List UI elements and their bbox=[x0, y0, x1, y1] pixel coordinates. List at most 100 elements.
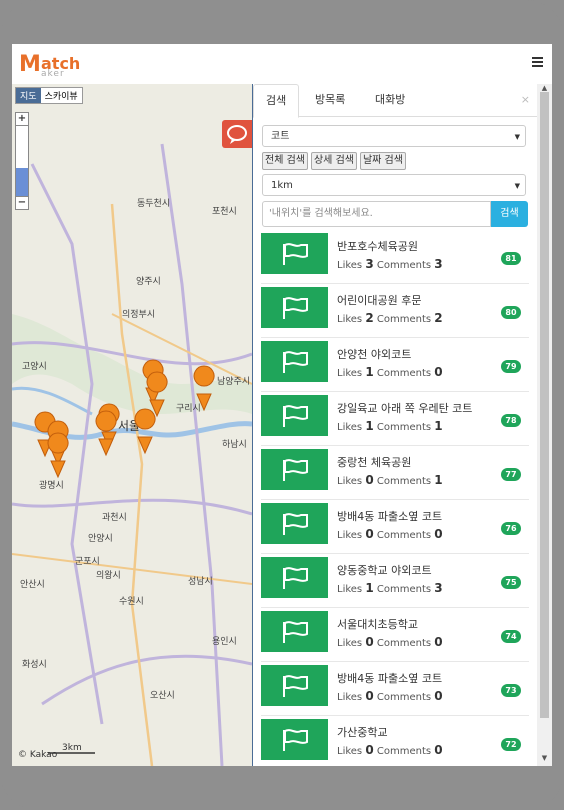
logo-aker: aker bbox=[41, 69, 65, 79]
likes-count: 1 bbox=[365, 365, 374, 379]
detail-search-button[interactable]: 상세 검색 bbox=[310, 152, 357, 170]
scroll-down-icon[interactable]: ▼ bbox=[537, 754, 552, 762]
comments-count: 3 bbox=[434, 257, 443, 271]
map-label: 구리시 bbox=[176, 403, 201, 414]
list-item[interactable]: 서울대치초등학교 Likes 0 Comments 0 74 bbox=[261, 608, 529, 662]
likes-count: 0 bbox=[365, 473, 374, 487]
scroll-up-icon[interactable]: ▲ bbox=[537, 84, 552, 92]
navbar: M atch aker bbox=[12, 44, 552, 85]
court-thumbnail[interactable] bbox=[261, 449, 328, 490]
court-name[interactable]: 서울대치초등학교 bbox=[337, 616, 418, 632]
tab-room-list[interactable]: 방목록 bbox=[303, 84, 357, 116]
list-item[interactable]: 양동중학교 야외코트 Likes 1 Comments 3 75 bbox=[261, 554, 529, 608]
court-thumbnail[interactable] bbox=[261, 287, 328, 328]
likes-label: Likes bbox=[337, 530, 363, 541]
comments-label: Comments bbox=[376, 260, 432, 271]
court-name[interactable]: 어린이대공원 후문 bbox=[337, 292, 421, 308]
court-list: 반포호수체육공원 Likes 3 Comments 3 81 어린이대공원 후문 Lik… bbox=[261, 230, 529, 766]
likes-label: Likes bbox=[337, 422, 363, 433]
map-label: 의정부시 bbox=[122, 309, 155, 320]
side-panel: 검색 방목록 대화방 × 코트 ▼ 전체 검색 상세 검색 날짜 검색 1km … bbox=[252, 84, 538, 766]
court-thumbnail[interactable] bbox=[261, 341, 328, 382]
likes-label: Likes bbox=[337, 692, 363, 703]
map-label: 동두천시 bbox=[137, 198, 170, 209]
court-name[interactable]: 방배4동 파출소옆 코트 bbox=[337, 508, 442, 524]
tab-chat-room[interactable]: 대화방 bbox=[363, 84, 417, 116]
list-item[interactable]: 중랑천 체육공원 Likes 0 Comments 1 77 bbox=[261, 446, 529, 500]
date-search-button[interactable]: 날짜 검색 bbox=[359, 152, 406, 170]
search-row: '내위치'를 검색해보세요. 검색 bbox=[262, 201, 528, 227]
count-badge: 81 bbox=[501, 252, 521, 265]
zoom-in-button[interactable]: + bbox=[15, 112, 29, 126]
list-item[interactable]: 안양천 야외코트 Likes 1 Comments 0 79 bbox=[261, 338, 529, 392]
tab-search[interactable]: 검색 bbox=[253, 84, 300, 118]
comments-label: Comments bbox=[376, 368, 432, 379]
map-canvas[interactable]: 동두천시 포천시 양주시 의정부시 고양시 남양주시 서울 구리시 하남시 광명… bbox=[12, 84, 252, 766]
comments-count: 1 bbox=[434, 473, 443, 487]
court-name[interactable]: 중랑천 체육공원 bbox=[337, 454, 411, 470]
count-badge: 72 bbox=[501, 738, 521, 751]
app-logo[interactable]: M atch aker bbox=[19, 52, 99, 79]
scrollbar[interactable]: ▲ ▼ bbox=[537, 84, 552, 766]
list-item[interactable]: 방배4동 파출소옆 코트 Likes 0 Comments 0 73 bbox=[261, 662, 529, 716]
logo-m: M bbox=[19, 52, 41, 77]
court-thumbnail[interactable] bbox=[261, 611, 328, 652]
map-label: 하남시 bbox=[222, 439, 247, 450]
comments-label: Comments bbox=[376, 422, 432, 433]
close-icon[interactable]: × bbox=[521, 93, 530, 106]
court-name[interactable]: 강일육교 아래 쪽 우레탄 코트 bbox=[337, 400, 472, 416]
court-thumbnail[interactable] bbox=[261, 719, 328, 760]
court-name[interactable]: 양동중학교 야외코트 bbox=[337, 562, 432, 578]
court-thumbnail[interactable] bbox=[261, 503, 328, 544]
zoom-control: + − bbox=[15, 112, 29, 210]
list-item[interactable]: 가산중학교 Likes 0 Comments 0 72 bbox=[261, 716, 529, 766]
comments-label: Comments bbox=[376, 692, 432, 703]
map-view[interactable]: 동두천시 포천시 양주시 의정부시 고양시 남양주시 서울 구리시 하남시 광명… bbox=[12, 84, 252, 766]
comments-label: Comments bbox=[376, 746, 432, 757]
hamburger-icon[interactable] bbox=[532, 57, 543, 67]
count-badge: 77 bbox=[501, 468, 521, 481]
all-search-button[interactable]: 전체 검색 bbox=[262, 152, 308, 170]
chat-toggle-button[interactable] bbox=[222, 120, 252, 148]
comments-label: Comments bbox=[376, 476, 432, 487]
list-item[interactable]: 강일육교 아래 쪽 우레탄 코트 Likes 1 Comments 1 78 bbox=[261, 392, 529, 446]
list-item[interactable]: 방배4동 파출소옆 코트 Likes 0 Comments 0 76 bbox=[261, 500, 529, 554]
list-item[interactable]: 어린이대공원 후문 Likes 2 Comments 2 80 bbox=[261, 284, 529, 338]
court-thumbnail[interactable] bbox=[261, 665, 328, 706]
zoom-out-button[interactable]: − bbox=[15, 196, 29, 210]
zoom-slider[interactable] bbox=[15, 126, 29, 196]
court-stats: Likes 0 Comments 1 bbox=[337, 473, 443, 487]
court-thumbnail[interactable] bbox=[261, 557, 328, 598]
court-stats: Likes 1 Comments 1 bbox=[337, 419, 443, 433]
distance-select-value: 1km bbox=[271, 180, 293, 191]
likes-label: Likes bbox=[337, 260, 363, 271]
map-label: 용인시 bbox=[212, 636, 237, 647]
court-stats: Likes 2 Comments 2 bbox=[337, 311, 443, 325]
map-label: 광명시 bbox=[39, 479, 64, 491]
comments-label: Comments bbox=[376, 584, 432, 595]
map-type-map[interactable]: 지도 bbox=[16, 88, 41, 103]
court-name[interactable]: 방배4동 파출소옆 코트 bbox=[337, 670, 442, 686]
court-stats: Likes 0 Comments 0 bbox=[337, 689, 443, 703]
map-type-skyview[interactable]: 스카이뷰 bbox=[41, 88, 82, 103]
count-badge: 79 bbox=[501, 360, 521, 373]
search-button[interactable]: 검색 bbox=[491, 201, 528, 227]
category-select[interactable]: 코트 ▼ bbox=[262, 125, 526, 147]
count-badge: 76 bbox=[501, 522, 521, 535]
map-label: 군포시 bbox=[75, 556, 100, 567]
map-label: 과천시 bbox=[102, 512, 127, 523]
court-name[interactable]: 안양천 야외코트 bbox=[337, 346, 411, 362]
scrollbar-thumb[interactable] bbox=[540, 92, 549, 718]
likes-count: 2 bbox=[365, 311, 374, 325]
search-input[interactable]: '내위치'를 검색해보세요. bbox=[262, 201, 491, 227]
list-item[interactable]: 반포호수체육공원 Likes 3 Comments 3 81 bbox=[261, 230, 529, 284]
distance-select[interactable]: 1km ▼ bbox=[262, 174, 526, 196]
court-name[interactable]: 반포호수체육공원 bbox=[337, 238, 418, 254]
court-name[interactable]: 가산중학교 bbox=[337, 724, 388, 740]
comments-label: Comments bbox=[376, 530, 432, 541]
comments-count: 0 bbox=[434, 527, 443, 541]
likes-label: Likes bbox=[337, 584, 363, 595]
comments-count: 0 bbox=[434, 689, 443, 703]
court-thumbnail[interactable] bbox=[261, 233, 328, 274]
court-thumbnail[interactable] bbox=[261, 395, 328, 436]
